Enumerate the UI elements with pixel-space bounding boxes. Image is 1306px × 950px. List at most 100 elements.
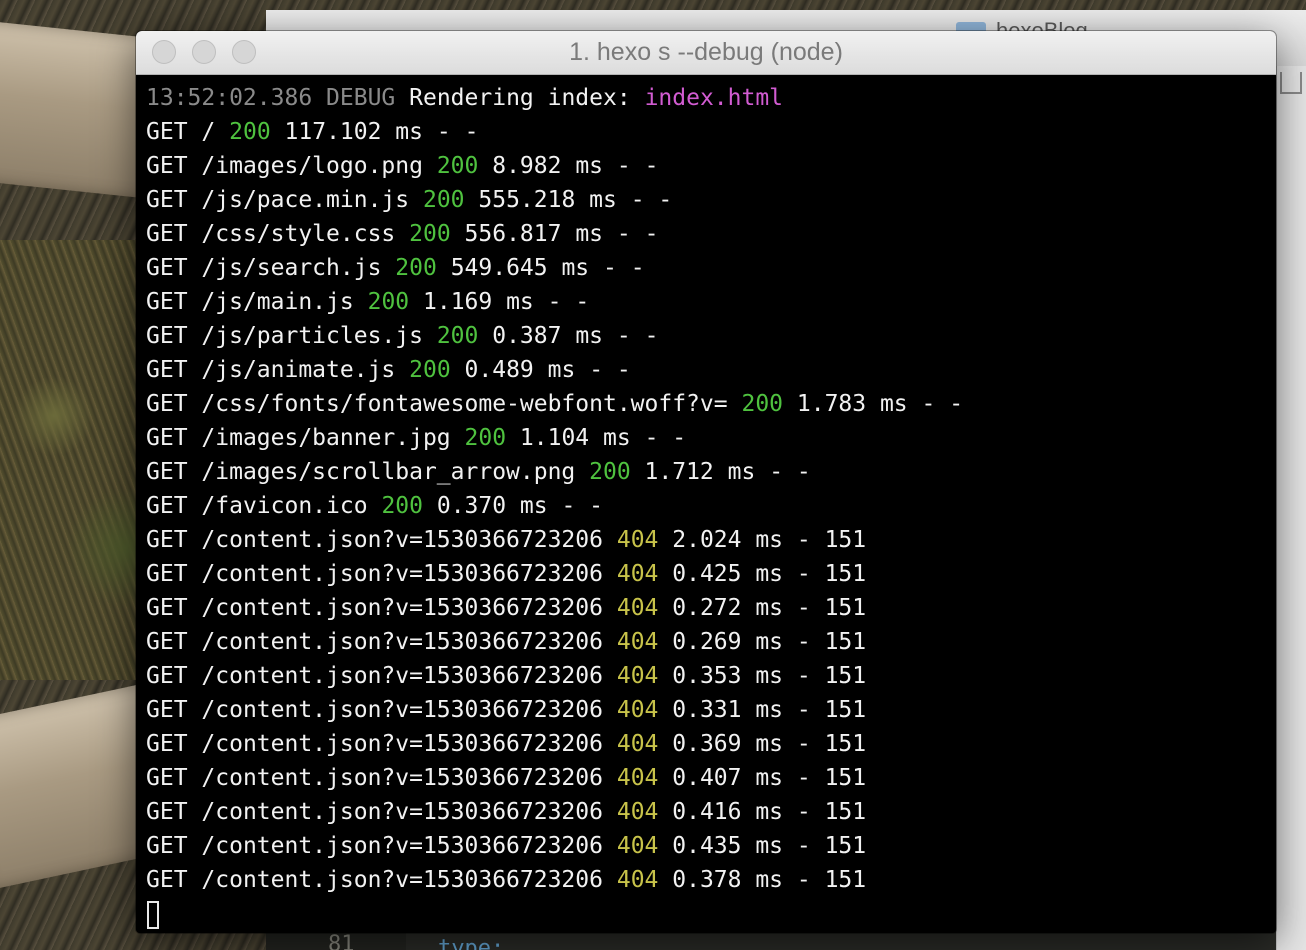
request-size: - - [561, 493, 604, 519]
request-time: 549.645 ms [450, 255, 590, 281]
request-path: /content.json?v=1530366723206 [201, 833, 603, 859]
terminal-cursor [147, 900, 159, 929]
request-status: 404 [616, 867, 659, 893]
request-size: - 151 [796, 867, 867, 893]
request-method: GET [146, 221, 188, 247]
request-log-line: GET /images/scrollbar_arrow.png 200 1.71… [146, 455, 1276, 489]
request-status: 200 [589, 459, 631, 485]
request-time: 1.104 ms [519, 425, 631, 451]
request-status: 200 [381, 493, 423, 519]
request-method: GET [146, 459, 188, 485]
request-path: /content.json?v=1530366723206 [201, 867, 603, 893]
request-path: /js/search.js [201, 255, 382, 281]
request-path: / [201, 119, 216, 145]
request-path: /css/style.css [201, 221, 396, 247]
request-method: GET [146, 153, 188, 179]
request-method: GET [146, 697, 188, 723]
request-time: 1.169 ms [423, 289, 534, 315]
request-log-line: GET /css/fonts/fontawesome-webfont.woff?… [146, 387, 1276, 421]
request-path: /js/particles.js [201, 323, 423, 349]
request-path: /content.json?v=1530366723206 [201, 697, 603, 723]
request-time: 0.435 ms [672, 833, 784, 859]
prompt-line[interactable] [146, 897, 1276, 931]
request-log-line: GET /content.json?v=1530366723206 404 0.… [146, 625, 1276, 659]
request-log-line: GET /content.json?v=1530366723206 404 0.… [146, 829, 1276, 863]
request-path: /content.json?v=1530366723206 [201, 629, 603, 655]
request-time: 0.269 ms [672, 629, 784, 655]
request-method: GET [146, 425, 188, 451]
request-path: /css/fonts/fontawesome-webfont.woff?v= [201, 391, 728, 417]
request-size: - - [436, 119, 479, 145]
request-method: GET [146, 255, 188, 281]
request-size: - 151 [796, 629, 867, 655]
request-size: - 151 [796, 833, 867, 859]
request-log-line: GET /content.json?v=1530366723206 404 0.… [146, 863, 1276, 897]
request-path: /images/banner.jpg [201, 425, 451, 451]
request-method: GET [146, 391, 188, 417]
request-time: 0.425 ms [672, 561, 784, 587]
request-status: 200 [422, 187, 465, 213]
request-method: GET [146, 187, 188, 213]
share-icon[interactable] [1280, 72, 1302, 94]
terminal-titlebar[interactable]: 1. hexo s --debug (node) [136, 31, 1276, 75]
request-size: - - [630, 187, 673, 213]
request-size: - 151 [796, 799, 867, 825]
request-method: GET [146, 527, 188, 553]
request-log-line: GET /js/main.js 200 1.169 ms - - [146, 285, 1276, 319]
terminal-title: 1. hexo s --debug (node) [569, 38, 843, 66]
debug-line: 13:52:02.386 DEBUG Rendering index: inde… [146, 81, 1276, 115]
request-log-line: GET /content.json?v=1530366723206 404 0.… [146, 659, 1276, 693]
background-editor-sidebar [1276, 66, 1306, 950]
request-time: 0.369 ms [672, 731, 784, 757]
request-time: 0.416 ms [672, 799, 784, 825]
request-method: GET [146, 561, 188, 587]
request-time: 556.817 ms [464, 221, 604, 247]
request-method: GET [146, 493, 188, 519]
request-method: GET [146, 119, 188, 145]
request-status: 200 [409, 221, 451, 247]
request-method: GET [146, 289, 188, 315]
request-size: - - [616, 221, 659, 247]
request-size: - 151 [796, 731, 867, 757]
request-status: 200 [395, 255, 437, 281]
request-size: - - [547, 289, 590, 315]
request-status: 404 [616, 663, 659, 689]
request-method: GET [146, 731, 188, 757]
request-status: 404 [616, 697, 659, 723]
request-path: /images/logo.png [201, 153, 423, 179]
request-log-line: GET /content.json?v=1530366723206 404 0.… [146, 761, 1276, 795]
request-path: /content.json?v=1530366723206 [201, 663, 603, 689]
request-size: - - [603, 255, 645, 281]
request-time: 0.353 ms [672, 663, 784, 689]
request-size: - 151 [796, 595, 867, 621]
request-size: - 151 [796, 765, 867, 791]
request-time: 8.982 ms [492, 153, 604, 179]
request-path: /js/animate.js [201, 357, 396, 383]
request-time: 117.102 ms [284, 119, 424, 145]
background-editor-line-number: 81 [328, 932, 355, 950]
debug-message: Rendering index: [409, 85, 631, 111]
request-log-line: GET /css/style.css 200 556.817 ms - - [146, 217, 1276, 251]
request-log-line: GET /js/animate.js 200 0.489 ms - - [146, 353, 1276, 387]
request-time: 0.272 ms [672, 595, 784, 621]
request-status: 404 [616, 799, 659, 825]
request-path: /js/main.js [201, 289, 354, 315]
request-status: 404 [616, 527, 659, 553]
request-method: GET [146, 323, 188, 349]
request-method: GET [146, 765, 188, 791]
request-log-line: GET /js/search.js 200 549.645 ms - - [146, 251, 1276, 285]
request-path: /content.json?v=1530366723206 [201, 561, 603, 587]
request-log-line: GET /js/pace.min.js 200 555.218 ms - - [146, 183, 1276, 217]
request-status: 404 [616, 765, 659, 791]
request-log-line: GET /content.json?v=1530366723206 404 0.… [146, 727, 1276, 761]
request-status: 200 [409, 357, 451, 383]
terminal-window[interactable]: 1. hexo s --debug (node) 13:52:02.386 DE… [136, 31, 1276, 933]
request-status: 404 [616, 595, 659, 621]
terminal-output[interactable]: 13:52:02.386 DEBUG Rendering index: inde… [136, 75, 1276, 933]
request-time: 0.370 ms [436, 493, 548, 519]
request-size: - 151 [796, 697, 867, 723]
request-log-line: GET /images/logo.png 200 8.982 ms - - [146, 149, 1276, 183]
request-path: /content.json?v=1530366723206 [201, 765, 603, 791]
request-size: - - [921, 391, 964, 417]
request-time: 0.387 ms [492, 323, 604, 349]
